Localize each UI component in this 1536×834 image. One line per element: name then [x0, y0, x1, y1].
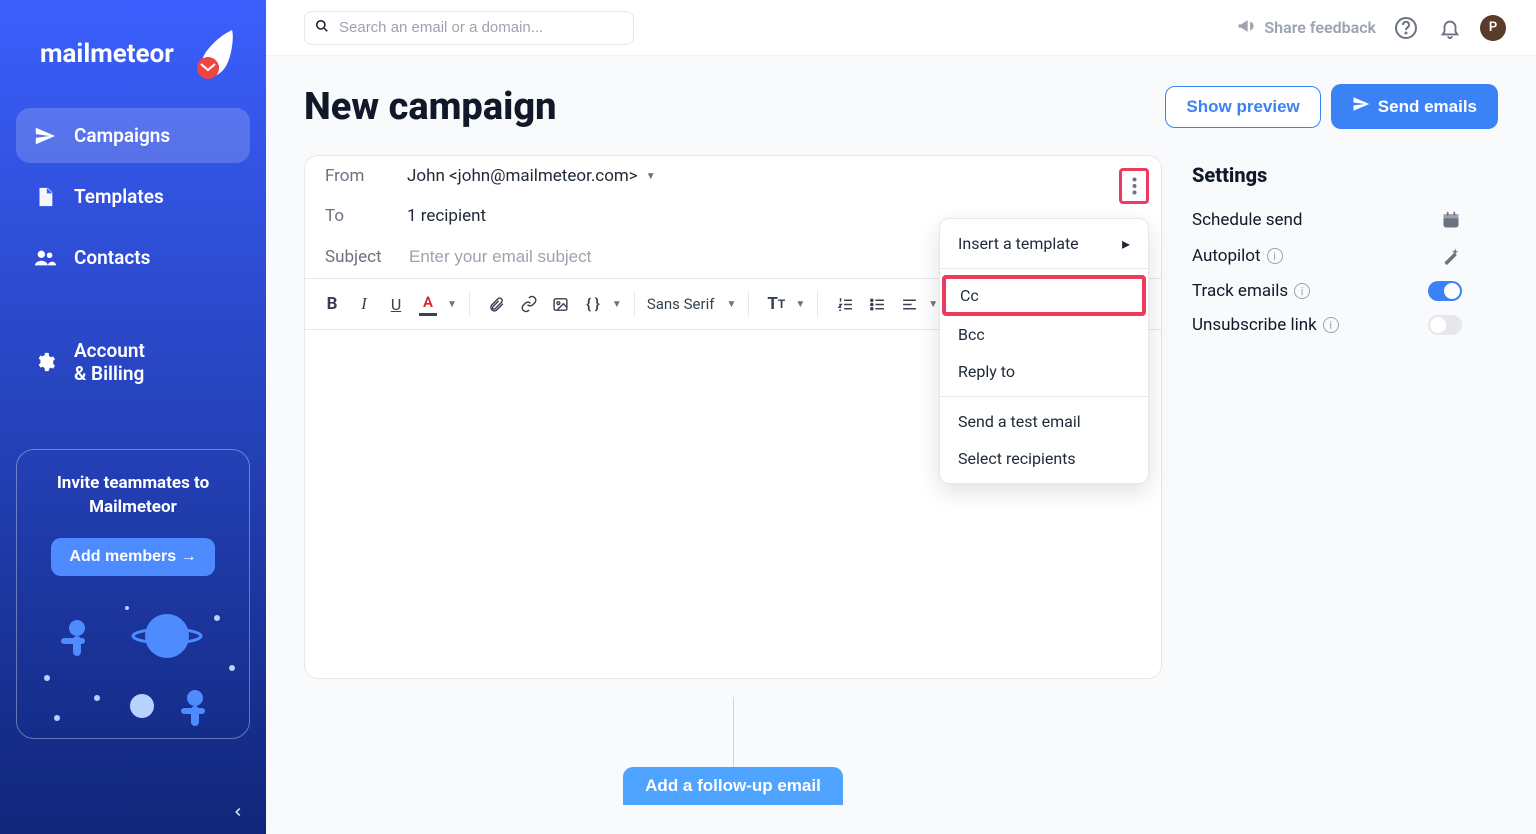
- dropdown-cc[interactable]: Cc: [942, 275, 1146, 316]
- sidebar-item-label: Campaigns: [74, 124, 170, 147]
- show-preview-button[interactable]: Show preview: [1165, 86, 1320, 128]
- variables-button[interactable]: { }: [578, 288, 608, 320]
- notifications-button[interactable]: [1436, 14, 1464, 42]
- from-value: John <john@mailmeteor.com>: [407, 166, 638, 186]
- italic-button[interactable]: I: [349, 288, 379, 320]
- document-icon: [34, 186, 56, 208]
- from-row[interactable]: From John <john@mailmeteor.com> ▼: [305, 156, 1161, 196]
- space-illustration: [17, 588, 249, 738]
- calendar-icon: [1440, 209, 1462, 231]
- to-label: To: [325, 206, 407, 226]
- search-icon: [315, 18, 329, 37]
- font-size-button[interactable]: TT: [761, 288, 791, 320]
- people-icon: [34, 247, 56, 269]
- sidebar-item-label: Templates: [74, 185, 164, 208]
- dropdown-select-recipients[interactable]: Select recipients: [940, 440, 1148, 477]
- setting-schedule-send[interactable]: Schedule send: [1192, 209, 1462, 231]
- search-box[interactable]: [304, 11, 634, 45]
- info-icon: i: [1294, 283, 1310, 299]
- page-title: New campaign: [304, 85, 557, 129]
- underline-button[interactable]: U: [381, 288, 411, 320]
- brand[interactable]: mailmeteor: [0, 0, 266, 108]
- sidebar-item-contacts[interactable]: Contacts: [16, 230, 250, 285]
- subject-label: Subject: [325, 247, 407, 267]
- font-family-select[interactable]: Sans Serif ▼: [647, 295, 737, 313]
- connector-line: [733, 697, 734, 767]
- settings-panel: Settings Schedule send Autopilot i: [1192, 155, 1462, 349]
- chevron-right-icon: ▸: [1122, 234, 1130, 253]
- settings-title: Settings: [1192, 163, 1462, 187]
- link-button[interactable]: [514, 288, 544, 320]
- ordered-list-button[interactable]: [830, 288, 860, 320]
- sidebar-nav: Campaigns Templates Contacts: [0, 108, 266, 401]
- info-icon: i: [1267, 248, 1283, 264]
- image-button[interactable]: [546, 288, 576, 320]
- bold-button[interactable]: B: [317, 288, 347, 320]
- toggle-off[interactable]: [1428, 315, 1462, 335]
- sidebar-item-label: Contacts: [74, 246, 150, 269]
- email-composer: From John <john@mailmeteor.com> ▼ To 1 r…: [304, 155, 1162, 679]
- brand-logo-icon: [184, 28, 236, 80]
- sidebar: mailmeteor Campaigns Template: [0, 0, 266, 834]
- avatar[interactable]: P: [1480, 15, 1506, 41]
- search-input[interactable]: [337, 18, 623, 37]
- add-members-button[interactable]: Add members →: [51, 538, 214, 576]
- setting-autopilot[interactable]: Autopilot i: [1192, 245, 1462, 267]
- brand-name: mailmeteor: [40, 39, 174, 69]
- help-button[interactable]: [1392, 14, 1420, 42]
- add-followup-button[interactable]: Add a follow-up email: [623, 767, 843, 805]
- dropdown-reply-to[interactable]: Reply to: [940, 353, 1148, 390]
- sidebar-item-templates[interactable]: Templates: [16, 169, 250, 224]
- chevron-down-icon: ▼: [447, 299, 457, 310]
- chevron-down-icon: ▼: [646, 171, 656, 182]
- invite-title: Invite teammates to Mailmeteor: [31, 472, 235, 520]
- unordered-list-button[interactable]: [862, 288, 892, 320]
- text-color-button[interactable]: A: [413, 288, 443, 320]
- attach-button[interactable]: [482, 288, 512, 320]
- chevron-down-icon: ▼: [795, 299, 805, 310]
- setting-unsubscribe-link[interactable]: Unsubscribe link i: [1192, 315, 1462, 335]
- dropdown-bcc[interactable]: Bcc: [940, 316, 1148, 353]
- chevron-down-icon: ▼: [928, 299, 938, 310]
- topbar: Share feedback P: [266, 0, 1536, 56]
- share-feedback-button[interactable]: Share feedback: [1236, 16, 1376, 40]
- from-label: From: [325, 166, 407, 186]
- invite-teammates-card: Invite teammates to Mailmeteor Add membe…: [16, 449, 250, 739]
- megaphone-icon: [1236, 16, 1256, 40]
- info-icon: i: [1323, 317, 1339, 333]
- composer-dropdown: Insert a template ▸ Cc Bcc Repl: [939, 218, 1149, 484]
- send-emails-button[interactable]: Send emails: [1331, 84, 1498, 129]
- collapse-sidebar-button[interactable]: [226, 800, 250, 824]
- to-value: 1 recipient: [407, 206, 486, 226]
- followup-section: Add a follow-up email: [304, 697, 1162, 805]
- chevron-down-icon: ▼: [726, 299, 736, 310]
- send-icon: [34, 125, 56, 147]
- align-button[interactable]: [894, 288, 924, 320]
- toggle-on[interactable]: [1428, 281, 1462, 301]
- chevron-down-icon: ▼: [612, 299, 622, 310]
- magic-wand-icon: [1440, 245, 1462, 267]
- setting-track-emails[interactable]: Track emails i: [1192, 281, 1462, 301]
- gear-icon: [34, 351, 56, 373]
- sidebar-item-campaigns[interactable]: Campaigns: [16, 108, 250, 163]
- send-icon: [1352, 95, 1370, 118]
- sidebar-item-account-billing[interactable]: Account & Billing: [16, 323, 250, 401]
- composer-more-button[interactable]: [1119, 168, 1149, 204]
- sidebar-item-label: Account & Billing: [74, 339, 145, 385]
- page-header: New campaign Show preview Send emails: [304, 84, 1498, 129]
- dropdown-send-test[interactable]: Send a test email: [940, 403, 1148, 440]
- dropdown-insert-template[interactable]: Insert a template ▸: [940, 225, 1148, 262]
